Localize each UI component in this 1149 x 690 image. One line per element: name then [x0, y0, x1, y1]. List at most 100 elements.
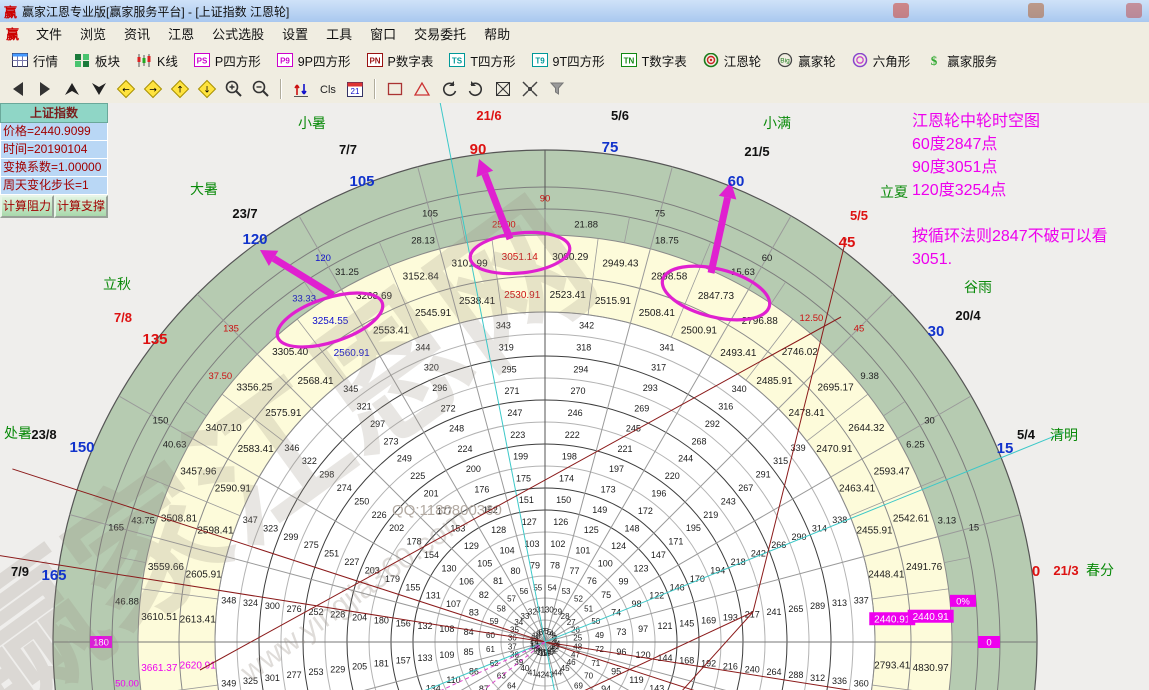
menu-item-8[interactable]: 交易委托	[405, 22, 475, 45]
toolbar-button-label: P四方形	[215, 51, 261, 70]
menu-item-5[interactable]: 设置	[273, 22, 317, 45]
wheel-cell: 251	[324, 549, 339, 559]
calendar-icon[interactable]: 21	[343, 78, 367, 100]
rect-tool-icon[interactable]	[383, 78, 407, 100]
wheel-cell: 340	[732, 384, 747, 394]
toolbar-button-K线[interactable]: K线	[128, 48, 186, 72]
wheel-cell: 107	[446, 599, 461, 609]
wheel-cell: 176	[474, 485, 489, 495]
wheel-cell: 169	[701, 615, 716, 625]
wheel-cell: 244	[678, 454, 693, 464]
badge-icon: PS	[194, 53, 211, 68]
calc-resistance-button[interactable]: 计算阻力	[0, 195, 54, 218]
toolbar-button-label: 赢家服务	[947, 51, 997, 70]
cls-icon[interactable]: Cls	[316, 78, 340, 100]
toolbar-button-label: 六角形	[873, 51, 911, 70]
wheel-cell: 130	[441, 563, 456, 573]
toolbar-button-label: 板块	[95, 51, 120, 70]
rotate-cw-icon[interactable]	[464, 78, 488, 100]
shrink-icon[interactable]	[518, 78, 542, 100]
quote-table-icon	[12, 53, 29, 68]
toolbar-button-P四方形[interactable]: PS P四方形	[186, 48, 269, 72]
wheel-cell: 289	[810, 601, 825, 611]
percent-cell: 18.75	[655, 236, 679, 247]
toolbar-button-行情[interactable]: 行情	[4, 48, 66, 72]
toolbar-button-9P四方形[interactable]: P99P四方形	[269, 48, 359, 72]
outer-degree-label: 75	[602, 139, 619, 156]
toolbar-button-T四方形[interactable]: TST四方形	[441, 48, 523, 72]
diamond-down-icon[interactable]: ↓	[195, 78, 219, 100]
wheel-cell: 276	[287, 604, 302, 614]
solar-term-label: 小暑	[298, 115, 326, 131]
clear-icon[interactable]	[545, 78, 569, 100]
wheel-cell: 121	[657, 621, 672, 631]
analysis-annotation: 江恩轮中轮时空图60度2847点90度3051点120度3254点 按循环法则2…	[912, 110, 1149, 271]
nav-up-icon[interactable]	[60, 78, 84, 100]
toolbar-button-9T四方形[interactable]: T99T四方形	[524, 48, 613, 72]
wheel-cell: 101	[575, 546, 590, 556]
expand-icon[interactable]	[491, 78, 515, 100]
diamond-up-icon[interactable]: ↑	[168, 78, 192, 100]
annotation-line: 120度3254点	[912, 179, 1149, 202]
price-cell: 2455.91	[856, 526, 893, 537]
menu-item-3[interactable]: 江恩	[159, 22, 203, 45]
wheel-cell: 292	[705, 419, 720, 429]
svg-text:21: 21	[351, 87, 360, 96]
toolbar-separator	[280, 79, 282, 99]
menu-item-9[interactable]: 帮助	[475, 22, 519, 45]
toolbar-button-赢家轮[interactable]: Big赢家轮	[769, 48, 844, 72]
menu-item-2[interactable]: 资讯	[115, 22, 159, 45]
wheel-cell: 199	[513, 452, 528, 462]
wheel-cell: 75	[601, 590, 611, 600]
zoom-out-icon[interactable]	[249, 78, 273, 100]
candlestick-icon	[136, 53, 153, 68]
price-cell: 2470.91	[816, 444, 853, 455]
application-window: 赢 赢家江恩专业版[赢家服务平台] - [上证指数 江恩轮] 赢 文件浏览资讯江…	[0, 0, 1149, 690]
toolbar-button-label: P数字表	[388, 51, 434, 70]
outer-date-label: 7/9	[11, 564, 29, 579]
toolbar-button-江恩轮[interactable]: 江恩轮	[695, 48, 770, 72]
nav-left-icon[interactable]	[6, 78, 30, 100]
solar-term-label: 清明	[1050, 427, 1078, 443]
updown-icon[interactable]	[289, 78, 313, 100]
menu-item-4[interactable]: 公式选股	[203, 22, 273, 45]
nav-right-icon[interactable]	[33, 78, 57, 100]
zoom-in-icon[interactable]	[222, 78, 246, 100]
toolbar-button-赢家服务[interactable]: $赢家服务	[918, 48, 1005, 72]
wheel-cell: 341	[660, 342, 675, 352]
wheel-cell: 229	[330, 664, 345, 674]
rotate-ccw-icon[interactable]	[437, 78, 461, 100]
wheel-cell: 202	[389, 523, 404, 533]
outer-degree-label: 120	[242, 231, 267, 248]
menu-item-1[interactable]: 浏览	[71, 22, 115, 45]
menu-item-6[interactable]: 工具	[317, 22, 361, 45]
menu-logo-icon: 赢	[6, 24, 19, 43]
solar-term-label: 大暑	[190, 181, 218, 197]
annotation-line: 60度2847点	[912, 133, 1149, 156]
wheel-cell: 225	[410, 471, 425, 481]
price-cell: 2593.47	[874, 467, 911, 478]
watermark-qq: QQ:1180800360	[392, 502, 502, 519]
wheel-cell: 60	[486, 631, 495, 640]
toolbar-button-P数字表[interactable]: PNP数字表	[359, 48, 442, 72]
toolbar-button-T数字表[interactable]: TNT数字表	[613, 48, 695, 72]
solar-term-label: 处暑	[4, 425, 32, 441]
wheel-cell: 56	[519, 587, 528, 596]
wheel-cell: 349	[221, 679, 236, 689]
outer-degree-label: 105	[349, 173, 374, 190]
wheel-cell: 123	[633, 563, 648, 573]
panel-field-3: 周天变化步长=1	[0, 177, 108, 195]
wheel-cell: 196	[651, 489, 666, 499]
menu-item-7[interactable]: 窗口	[361, 22, 405, 45]
toolbar-button-板块[interactable]: 板块	[66, 48, 128, 72]
nav-down-icon[interactable]	[87, 78, 111, 100]
calc-support-button[interactable]: 计算支撑	[54, 195, 108, 218]
triangle-tool-icon[interactable]	[410, 78, 434, 100]
menu-item-0[interactable]: 文件	[27, 22, 71, 45]
toolbar-button-六角形[interactable]: 六角形	[844, 48, 919, 72]
diamond-left-icon[interactable]: ←	[114, 78, 138, 100]
wheel-cell: 150	[556, 495, 571, 505]
diamond-right-icon[interactable]: →	[141, 78, 165, 100]
wheel-cell: 82	[479, 590, 489, 600]
toolbar-button-label: 赢家轮	[798, 51, 836, 70]
